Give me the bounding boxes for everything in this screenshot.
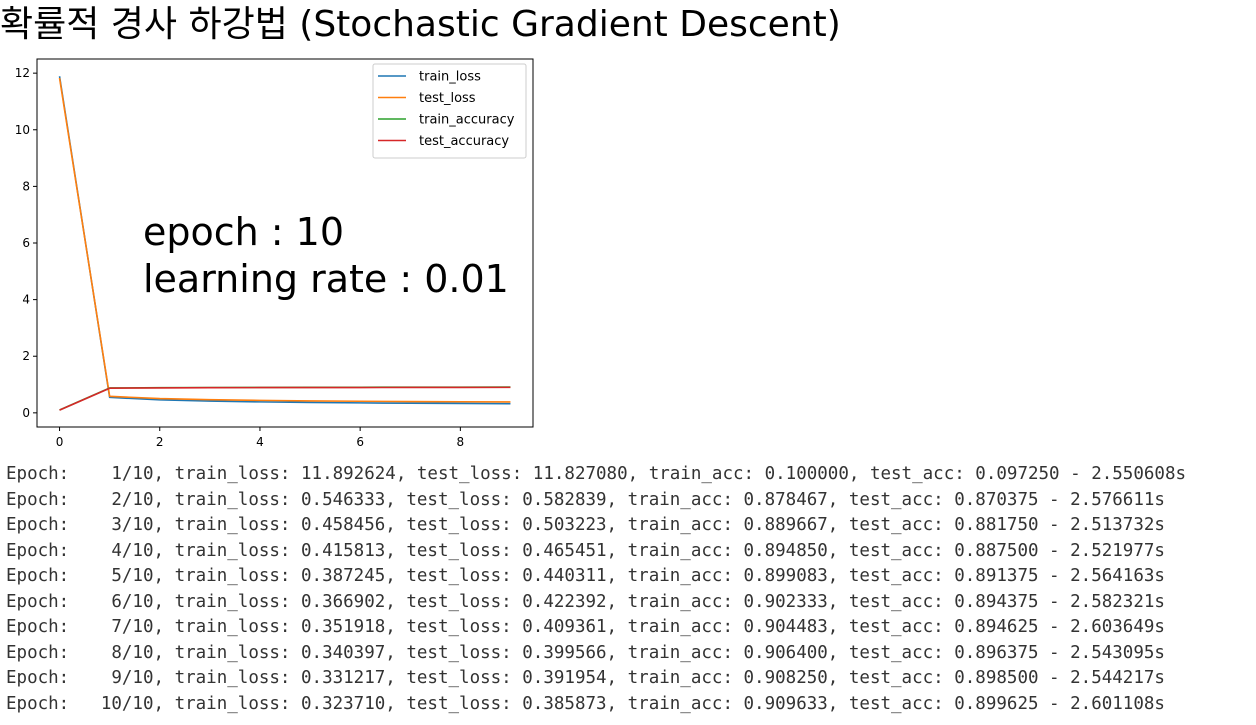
y-tick-label: 2 (22, 349, 30, 363)
log-line: Epoch: 3/10, train_loss: 0.458456, test_… (6, 515, 1165, 535)
loss-accuracy-line-chart: 0 2 4 6 8 0 2 4 6 8 10 12 train_loss test_loss train_a… (15, 58, 534, 449)
page-title: 확률적 경사 하강법 (Stochastic Gradient Descent) (0, 4, 841, 45)
y-tick-label: 10 (15, 123, 30, 137)
y-tick-label: 6 (22, 236, 30, 250)
legend-label-train-loss: train_loss (419, 70, 481, 85)
log-line: Epoch: 7/10, train_loss: 0.351918, test_… (6, 617, 1165, 637)
x-tick-label: 8 (457, 435, 465, 449)
log-line: Epoch: 8/10, train_loss: 0.340397, test_… (6, 642, 1165, 663)
y-tick-label: 12 (15, 66, 30, 80)
log-line: Epoch: 9/10, train_loss: 0.331217, test_… (6, 668, 1165, 688)
x-tick-label: 4 (256, 435, 264, 449)
y-tick-label: 0 (22, 406, 30, 420)
log-line: Epoch: 1/10, train_loss: 11.892624, test… (6, 464, 1187, 484)
x-tick-label: 0 (56, 435, 64, 449)
annotation-line-1: epoch : 10 (143, 210, 344, 254)
log-line: Epoch: 4/10, train_loss: 0.415813, test_… (6, 540, 1165, 561)
y-tick-label: 4 (22, 293, 30, 307)
training-log: Epoch: 1/10, train_loss: 11.892624, test… (6, 462, 1186, 717)
legend-label-train-accuracy: train_accuracy (419, 113, 515, 128)
log-line: Epoch: 6/10, train_loss: 0.366902, test_… (6, 591, 1165, 612)
x-tick-label: 6 (356, 435, 364, 449)
legend-label-test-loss: test_loss (419, 91, 476, 106)
x-tick-label: 2 (156, 435, 164, 449)
annotation-line-2: learning rate : 0.01 (143, 257, 509, 301)
y-tick-label: 8 (22, 179, 30, 193)
log-line: Epoch: 2/10, train_loss: 0.546333, test_… (6, 489, 1165, 510)
legend-label-test-accuracy: test_accuracy (419, 134, 509, 149)
log-line: Epoch: 10/10, train_loss: 0.323710, test… (6, 693, 1165, 714)
log-line: Epoch: 5/10, train_loss: 0.387245, test_… (6, 566, 1165, 586)
